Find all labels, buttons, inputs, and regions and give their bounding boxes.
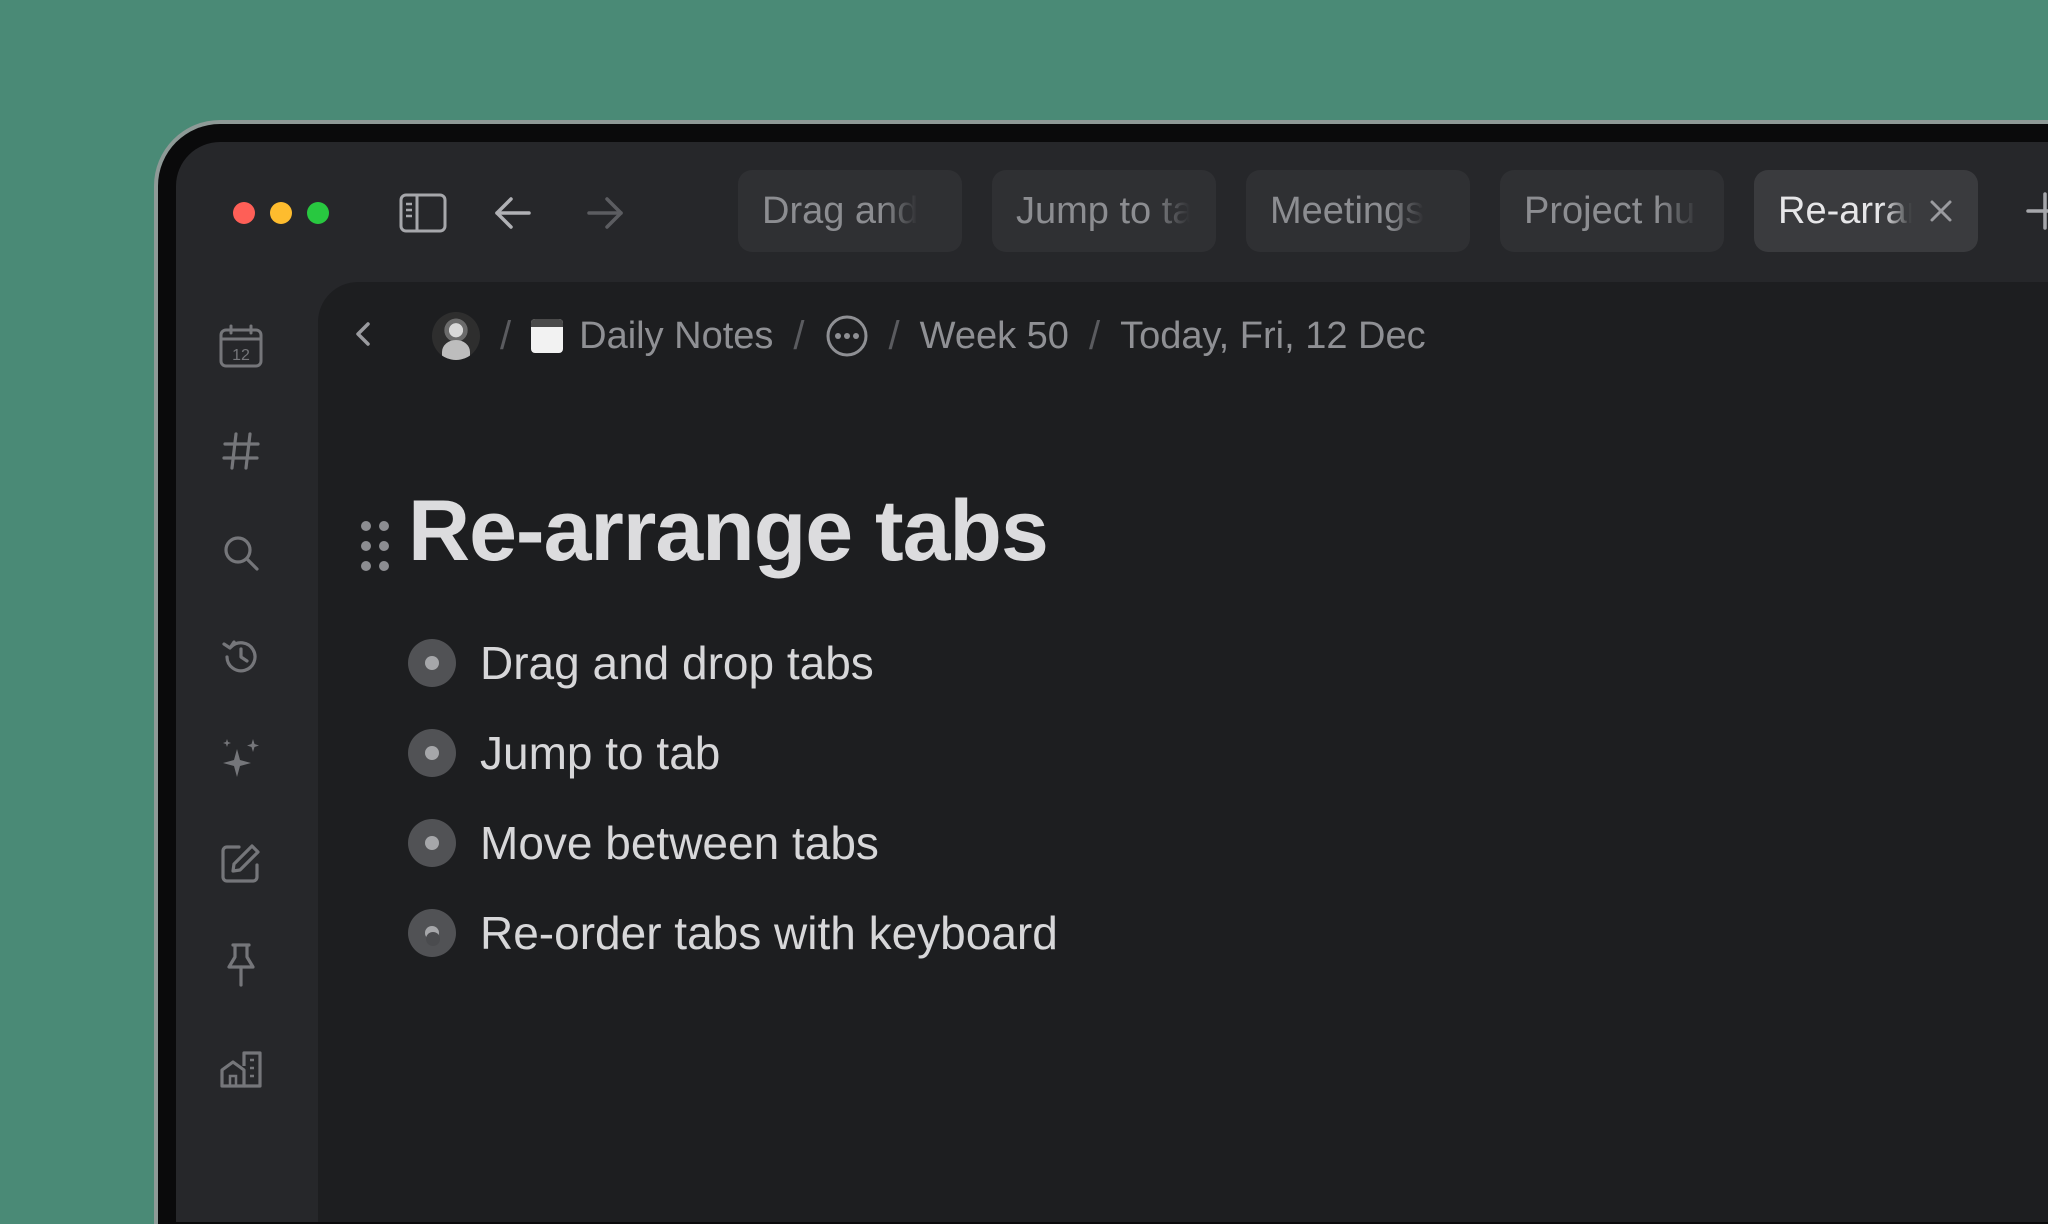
forward-arrow-icon[interactable] — [578, 186, 632, 240]
home-icon[interactable] — [214, 1042, 268, 1096]
edit-icon[interactable] — [214, 836, 268, 890]
tab-label: Re-arrange tabs — [1778, 189, 1912, 232]
maximize-window-button[interactable] — [307, 202, 329, 224]
drag-handle-icon[interactable] — [358, 518, 392, 574]
ellipsis-icon[interactable] — [825, 314, 869, 358]
bullet-icon[interactable] — [408, 729, 456, 777]
sidebar-toggle-icon[interactable] — [396, 186, 450, 240]
breadcrumb-separator: / — [500, 313, 512, 358]
close-icon[interactable] — [1928, 198, 1954, 224]
pin-icon[interactable] — [214, 938, 268, 992]
list-item[interactable]: Re-order tabs with keyboard — [408, 888, 1058, 978]
list-item-text[interactable]: Jump to tab — [480, 726, 720, 780]
breadcrumb-daily-notes[interactable]: Daily Notes — [579, 315, 773, 358]
tab-re-arrange-tabs[interactable]: Re-arrange tabs — [1754, 170, 1978, 252]
list-item[interactable]: Move between tabs — [408, 798, 1058, 888]
calendar-icon[interactable]: 12 — [214, 320, 268, 374]
empty-bullet-icon[interactable] — [426, 932, 440, 946]
tab-project-hub[interactable]: Project hub — [1500, 170, 1724, 252]
breadcrumb-separator: / — [793, 313, 805, 358]
tab-drag-and[interactable]: Drag and — [738, 170, 962, 252]
bullet-list: Drag and drop tabs Jump to tab Move betw… — [408, 618, 1058, 978]
back-arrow-icon[interactable] — [486, 186, 540, 240]
list-item-text[interactable]: Drag and drop tabs — [480, 636, 874, 690]
plus-icon[interactable] — [2020, 186, 2048, 236]
calendar-day: 12 — [232, 347, 250, 364]
tab-label: Drag and — [762, 189, 919, 232]
chevron-left-icon[interactable] — [344, 314, 384, 354]
app-window: Drag and Jump to tab Meetings Project hu… — [176, 142, 2048, 1222]
list-item[interactable]: Jump to tab — [408, 708, 1058, 798]
minimize-window-button[interactable] — [270, 202, 292, 224]
close-window-button[interactable] — [233, 202, 255, 224]
search-icon[interactable] — [214, 526, 268, 580]
bullet-icon[interactable] — [408, 819, 456, 867]
breadcrumb-today[interactable]: Today, Fri, 12 Dec — [1120, 315, 1426, 358]
tab-meetings[interactable]: Meetings — [1246, 170, 1470, 252]
tab-label: Meetings — [1270, 189, 1425, 232]
note-editor: / Daily Notes / / Week 50 / Today, Fri, … — [318, 282, 2048, 1222]
tab-jump-to-tab[interactable]: Jump to tab — [992, 170, 1216, 252]
list-item-text[interactable]: Re-order tabs with keyboard — [480, 906, 1058, 960]
list-item[interactable]: Drag and drop tabs — [408, 618, 1058, 708]
page-title[interactable]: Re-arrange tabs — [408, 482, 1049, 581]
calendar-emoji-icon — [531, 319, 564, 353]
sparkles-icon[interactable] — [214, 732, 268, 786]
breadcrumb: / Daily Notes / / Week 50 / Today, Fri, … — [432, 304, 1426, 368]
breadcrumb-separator: / — [1088, 313, 1101, 358]
tab-label: Project hub — [1524, 189, 1698, 232]
avatar[interactable] — [432, 312, 480, 360]
history-icon[interactable] — [214, 630, 268, 684]
breadcrumb-separator: / — [888, 313, 900, 358]
hashtag-icon[interactable] — [214, 424, 268, 478]
tab-label: Jump to tab — [1016, 189, 1190, 232]
list-item-text[interactable]: Move between tabs — [480, 816, 879, 870]
bullet-icon[interactable] — [408, 639, 456, 687]
breadcrumb-week[interactable]: Week 50 — [920, 315, 1069, 358]
